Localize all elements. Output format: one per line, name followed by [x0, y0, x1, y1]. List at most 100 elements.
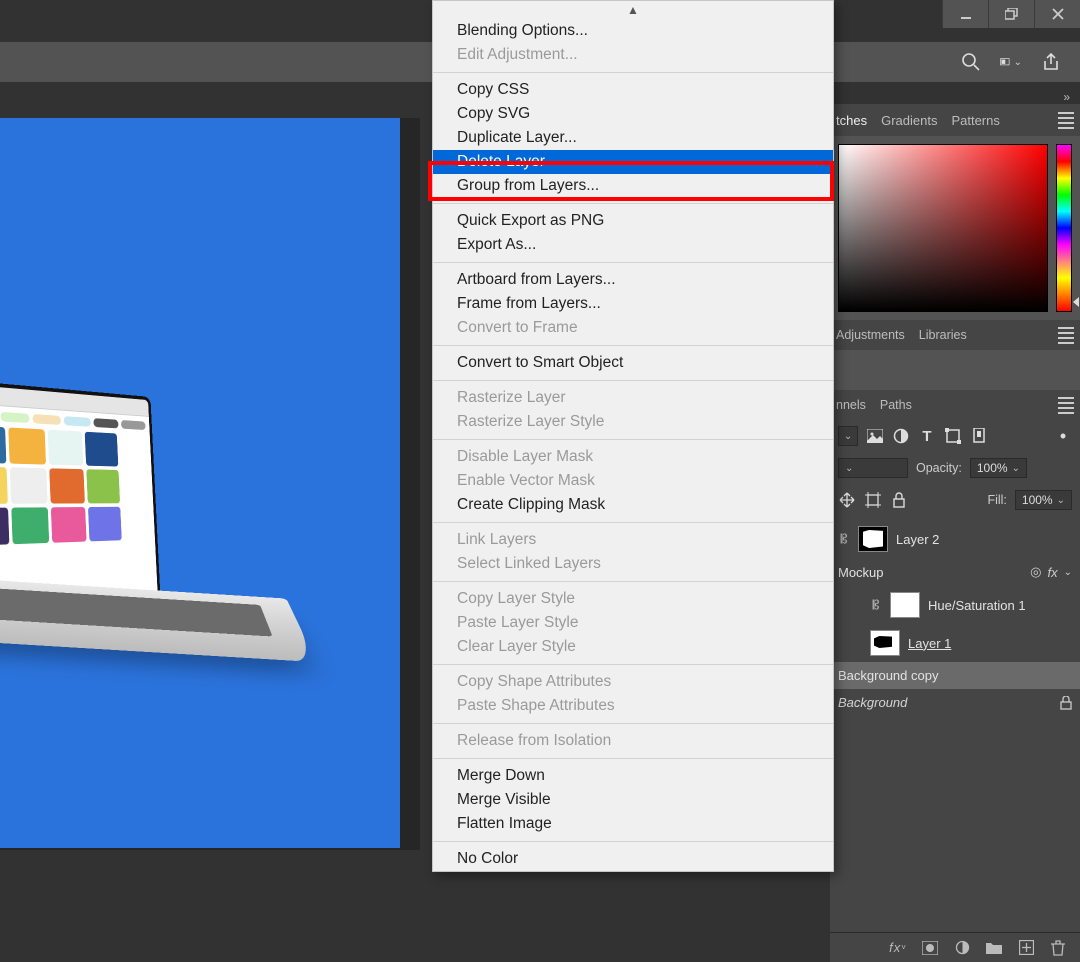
filter-smart-icon[interactable] — [970, 427, 988, 445]
layer-thumbnail[interactable] — [890, 592, 920, 618]
menu-separator — [433, 581, 833, 582]
menu-item[interactable]: Copy CSS — [433, 78, 833, 102]
group-button[interactable] — [986, 940, 1002, 956]
layer-name[interactable]: Background copy — [838, 668, 938, 683]
menu-item[interactable]: Quick Export as PNG — [433, 209, 833, 233]
share-icon[interactable] — [1040, 51, 1062, 73]
menu-item: Disable Layer Mask — [433, 445, 833, 469]
menu-item[interactable]: No Color — [433, 847, 833, 871]
menu-item[interactable]: Export As... — [433, 233, 833, 257]
delete-layer-button[interactable] — [1050, 940, 1066, 956]
hue-slider[interactable] — [1056, 144, 1072, 312]
menu-item[interactable]: Frame from Layers... — [433, 292, 833, 316]
menu-separator — [433, 841, 833, 842]
menu-item: Link Layers — [433, 528, 833, 552]
panel-menu-icon[interactable] — [1058, 397, 1074, 414]
layer-item[interactable]: 𝄡 Layer 2 — [830, 520, 1080, 558]
menu-item[interactable]: Create Clipping Mask — [433, 493, 833, 517]
filter-toggle-icon[interactable]: • — [1054, 427, 1072, 445]
menu-item: Release from Isolation — [433, 729, 833, 753]
document-canvas[interactable] — [0, 118, 400, 848]
menu-separator — [433, 723, 833, 724]
menu-item: Rasterize Layer Style — [433, 410, 833, 434]
tab-paths[interactable]: Paths — [880, 398, 912, 412]
minimize-button[interactable] — [942, 0, 988, 28]
menu-separator — [433, 72, 833, 73]
panel-menu-icon[interactable] — [1058, 112, 1074, 129]
menu-separator — [433, 522, 833, 523]
fx-icon[interactable]: fx — [1047, 565, 1057, 580]
window-controls — [942, 0, 1080, 28]
laptop-mockup — [0, 378, 320, 698]
chevron-down-icon[interactable]: ⌄ — [1064, 567, 1072, 578]
filter-text-icon[interactable]: T — [918, 427, 936, 445]
menu-item[interactable]: Artboard from Layers... — [433, 268, 833, 292]
tab-libraries[interactable]: Libraries — [919, 328, 967, 342]
menu-item[interactable]: Merge Down — [433, 764, 833, 788]
layer-thumbnail[interactable] — [870, 630, 900, 656]
restore-button[interactable] — [988, 0, 1034, 28]
layer-item[interactable]: Layer 1 — [830, 624, 1080, 662]
layer-thumbnail[interactable] — [858, 526, 888, 552]
adjustment-button[interactable] — [954, 940, 970, 956]
link-icon[interactable]: 𝄡 — [838, 532, 850, 547]
overflow-chevrons-icon[interactable]: » — [1063, 90, 1070, 104]
tab-swatches[interactable]: tches — [836, 113, 867, 128]
menu-item[interactable]: Duplicate Layer... — [433, 126, 833, 150]
layer-item[interactable]: Background copy — [830, 662, 1080, 689]
menu-item[interactable]: Group from Layers... — [433, 174, 833, 198]
layer-context-menu: ▲ Blending Options...Edit Adjustment...C… — [432, 0, 834, 872]
menu-separator — [433, 345, 833, 346]
menu-item[interactable]: Convert to Smart Object — [433, 351, 833, 375]
layer-name[interactable]: Layer 1 — [908, 636, 951, 651]
menu-item[interactable]: Blending Options... — [433, 19, 833, 43]
layer-item[interactable]: 𝄡 Hue/Saturation 1 — [830, 586, 1080, 624]
mask-button[interactable] — [922, 940, 938, 956]
menu-separator — [433, 380, 833, 381]
smart-filter-icon[interactable]: ◎ — [1030, 564, 1041, 580]
tab-gradients[interactable]: Gradients — [881, 113, 937, 128]
filter-adjust-icon[interactable] — [892, 427, 910, 445]
lock-artboard-icon[interactable] — [864, 491, 882, 509]
menu-item: Convert to Frame — [433, 316, 833, 340]
layer-name[interactable]: Background — [838, 695, 907, 710]
screen-mode-icon[interactable]: ⌄ — [1000, 51, 1022, 73]
hue-handle-icon[interactable] — [1073, 297, 1079, 307]
menu-item[interactable]: Merge Visible — [433, 788, 833, 812]
filter-shape-icon[interactable] — [944, 427, 962, 445]
opacity-field[interactable]: 100%⌄ — [970, 458, 1027, 478]
menu-item: Select Linked Layers — [433, 552, 833, 576]
menu-item[interactable]: Flatten Image — [433, 812, 833, 836]
search-icon[interactable] — [960, 51, 982, 73]
blend-mode-select[interactable]: ⌄ — [838, 458, 908, 478]
layer-name[interactable]: Hue/Saturation 1 — [928, 598, 1026, 613]
layer-item[interactable]: Background — [830, 689, 1080, 716]
color-field[interactable] — [838, 144, 1048, 312]
color-panel-tabs: tches Gradients Patterns — [830, 104, 1080, 136]
panel-menu-icon[interactable] — [1058, 327, 1074, 344]
menu-separator — [433, 203, 833, 204]
filter-image-icon[interactable] — [866, 427, 884, 445]
menu-item: Copy Layer Style — [433, 587, 833, 611]
lock-move-icon[interactable] — [838, 491, 856, 509]
menu-item[interactable]: Copy SVG — [433, 102, 833, 126]
menu-item: Paste Layer Style — [433, 611, 833, 635]
tab-channels[interactable]: nnels — [836, 398, 866, 412]
fill-field[interactable]: 100%⌄ — [1015, 490, 1072, 510]
menu-scroll-up-icon[interactable]: ▲ — [433, 1, 833, 19]
layer-name[interactable]: Mockup — [838, 565, 884, 580]
layer-kind-filter[interactable]: ⌄ — [838, 426, 858, 446]
menu-item[interactable]: Delete Layer — [433, 150, 833, 174]
lock-all-icon[interactable] — [890, 491, 908, 509]
tab-patterns[interactable]: Patterns — [951, 113, 999, 128]
fx-button[interactable]: fx˅ — [890, 940, 906, 956]
close-button[interactable] — [1034, 0, 1080, 28]
new-layer-button[interactable] — [1018, 940, 1034, 956]
layer-name[interactable]: Layer 2 — [896, 532, 939, 547]
properties-panel-tabs: Adjustments Libraries — [830, 320, 1080, 350]
tab-adjustments[interactable]: Adjustments — [836, 328, 905, 342]
menu-item: Copy Shape Attributes — [433, 670, 833, 694]
link-icon[interactable]: 𝄡 — [870, 598, 882, 613]
layer-group[interactable]: Mockup ◎ fx ⌄ — [830, 558, 1080, 586]
lock-icon[interactable] — [1060, 696, 1072, 710]
